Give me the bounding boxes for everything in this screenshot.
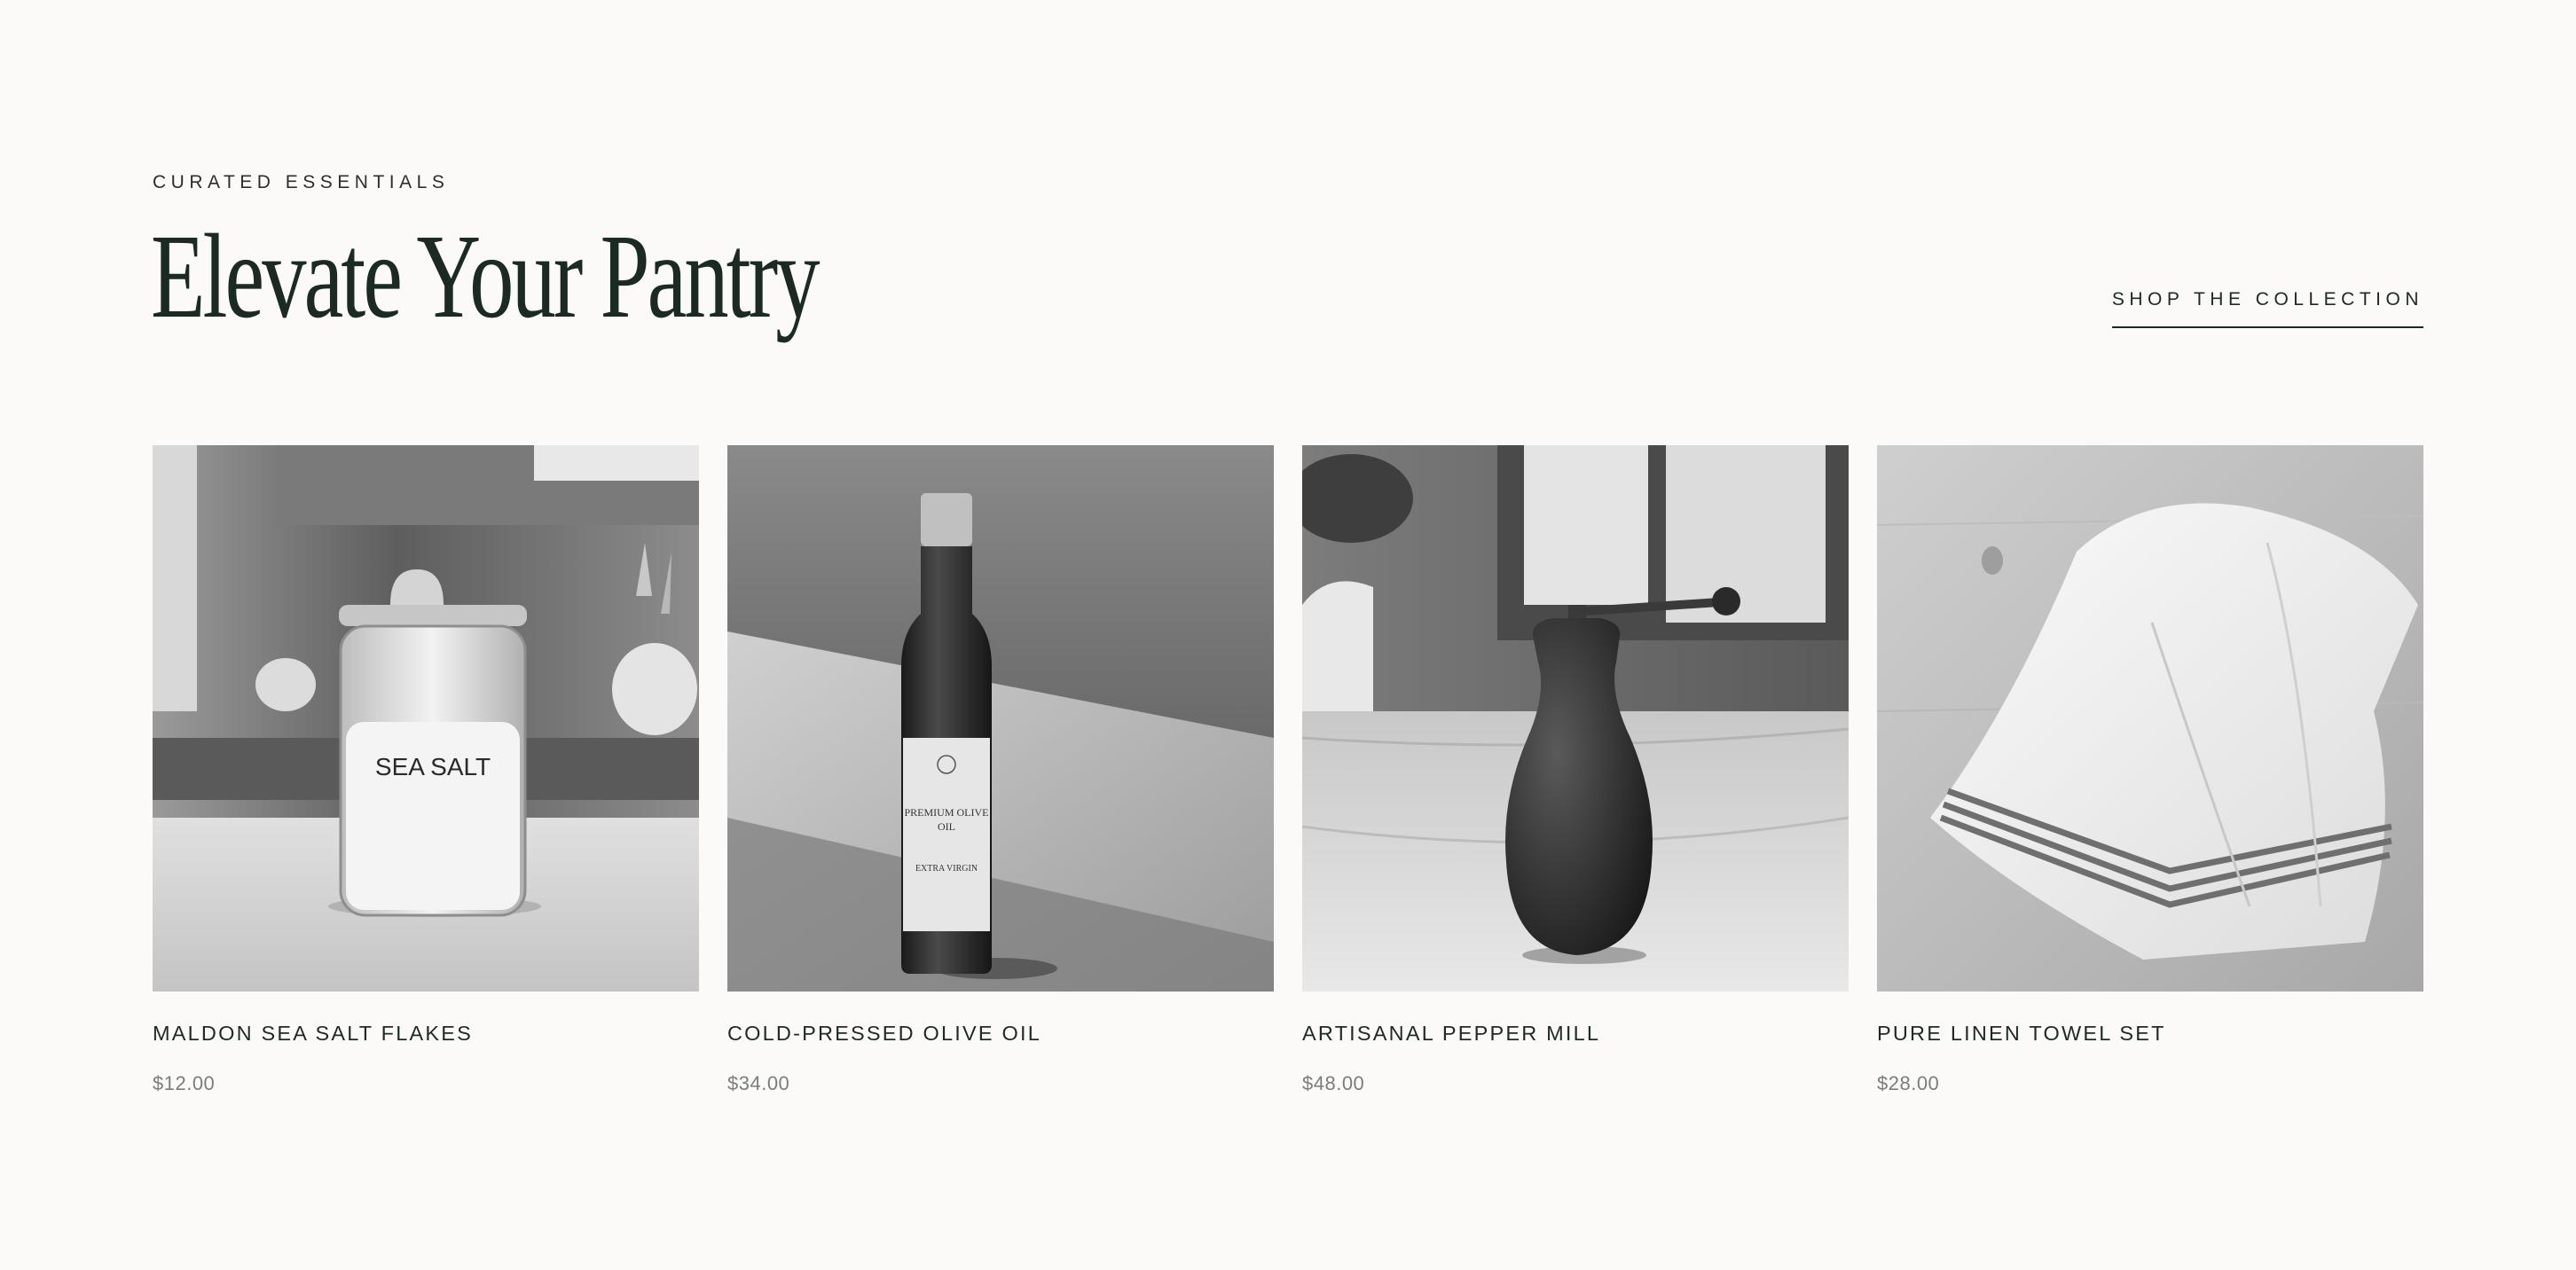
product-price: $34.00 — [727, 1072, 790, 1094]
product-grid: SEA SALT MALDON SEA SALT FLAKES $12.00 P… — [153, 445, 2423, 1095]
product-image-pepper-mill[interactable] — [1302, 445, 1849, 992]
product-title[interactable]: MALDON SEA SALT FLAKES — [153, 1022, 699, 1046]
product-card-olive-oil[interactable]: PREMIUM OLIVE OIL EXTRA VIRGIN COLD-PRES… — [727, 445, 1274, 1095]
svg-text:EXTRA VIRGIN: EXTRA VIRGIN — [915, 864, 978, 874]
section-title: Elevate Your Pantry — [151, 210, 821, 343]
sea-salt-jar-label: SEA SALT — [375, 753, 491, 780]
product-image-sea-salt[interactable]: SEA SALT — [153, 445, 699, 992]
product-price: $12.00 — [153, 1072, 216, 1094]
product-title[interactable]: PURE LINEN TOWEL SET — [1877, 1022, 2423, 1046]
product-price: $48.00 — [1302, 1072, 1365, 1094]
svg-text:OIL: OIL — [938, 820, 955, 833]
product-image-linen-towel[interactable] — [1877, 445, 2423, 992]
product-image-olive-oil[interactable]: PREMIUM OLIVE OIL EXTRA VIRGIN — [727, 445, 1274, 992]
product-card-pepper-mill[interactable]: ARTISANAL PEPPER MILL $48.00 — [1302, 445, 1849, 1095]
product-card-linen-towel[interactable]: PURE LINEN TOWEL SET $28.00 — [1877, 445, 2423, 1095]
svg-text:PREMIUM OLIVE: PREMIUM OLIVE — [905, 806, 989, 819]
shop-collection-link[interactable]: SHOP THE COLLECTION — [2111, 289, 2423, 328]
product-card-sea-salt[interactable]: SEA SALT MALDON SEA SALT FLAKES $12.00 — [153, 445, 699, 1095]
section-eyebrow: CURATED ESSENTIALS — [153, 172, 450, 192]
product-title[interactable]: ARTISANAL PEPPER MILL — [1302, 1022, 1849, 1046]
product-title[interactable]: COLD-PRESSED OLIVE OIL — [727, 1022, 1274, 1046]
product-price: $28.00 — [1877, 1072, 1940, 1094]
